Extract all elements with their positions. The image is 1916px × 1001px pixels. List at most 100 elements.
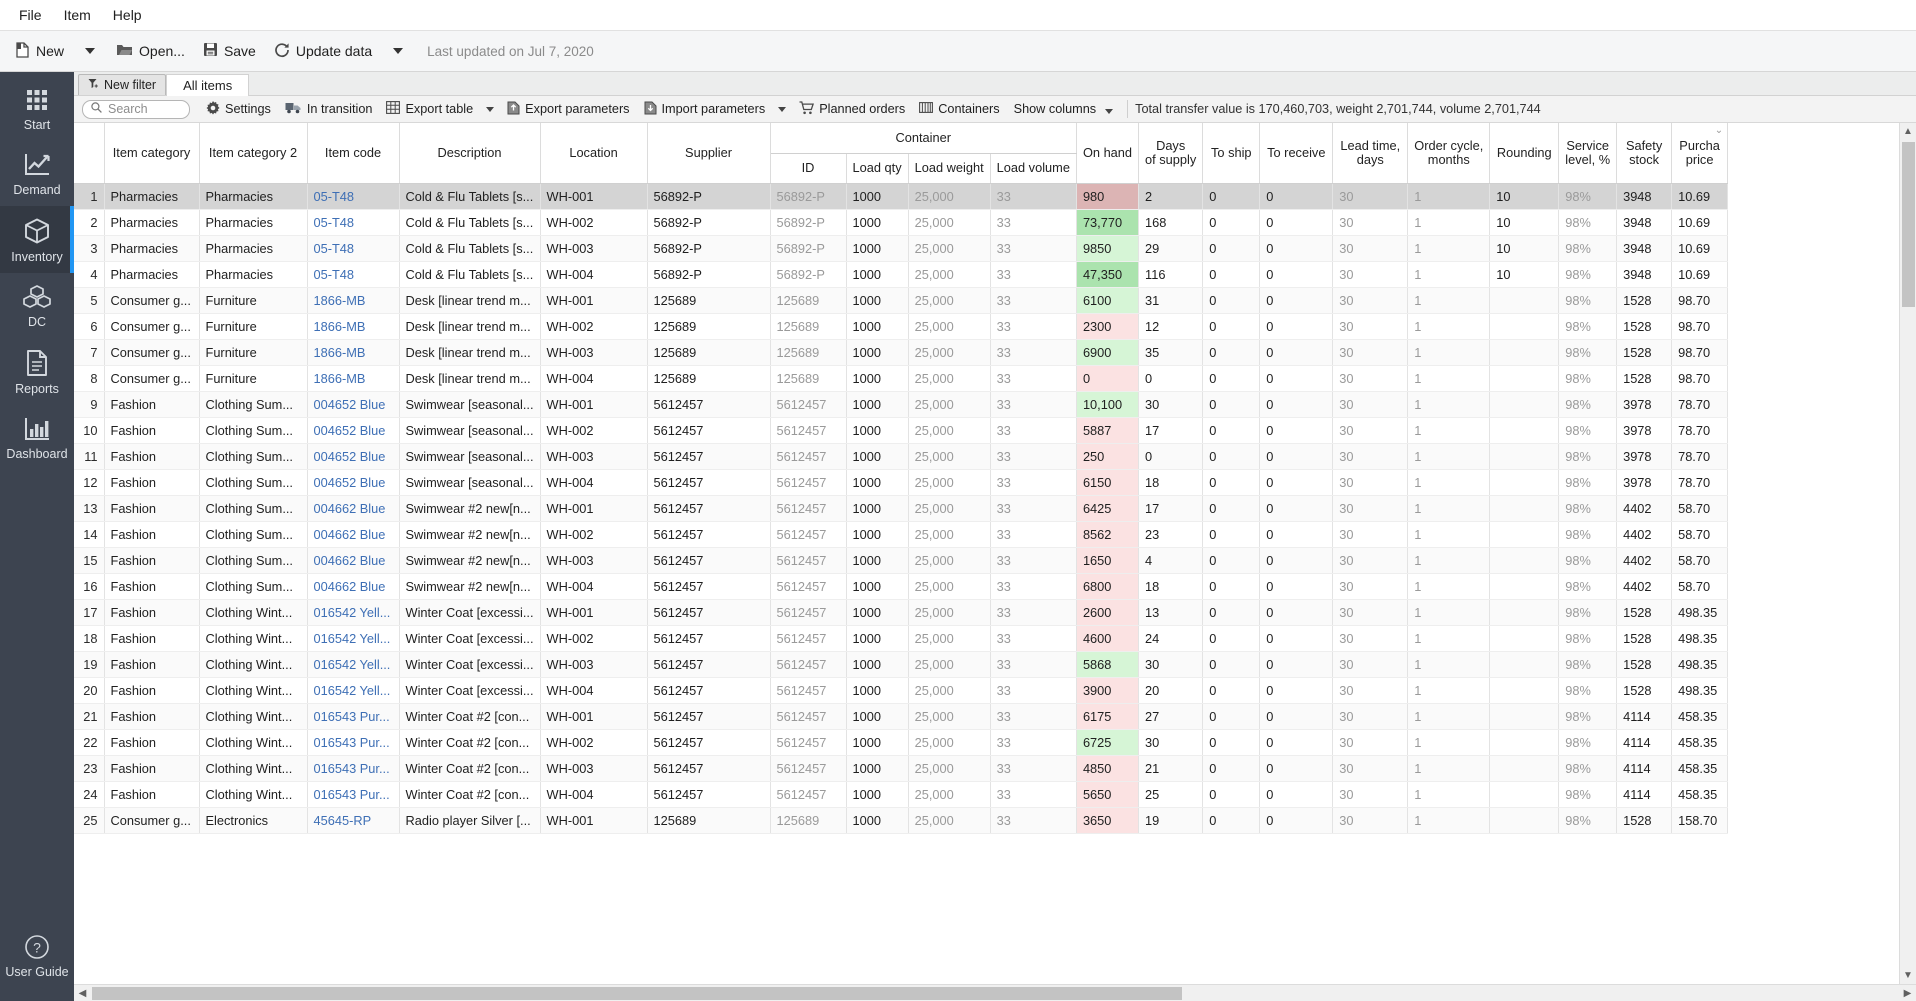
- cell-order-cycle[interactable]: 1: [1407, 729, 1491, 756]
- cell-item-code[interactable]: 05-T48: [307, 235, 400, 262]
- cell-purchase-price[interactable]: 58.70: [1671, 547, 1729, 574]
- cell-safety-stock[interactable]: 3978: [1616, 417, 1673, 444]
- cell-location[interactable]: WH-004: [540, 365, 648, 392]
- cell-cont-id[interactable]: 5612457: [770, 729, 847, 756]
- cell-description[interactable]: Swimwear #2 new[n...: [399, 521, 541, 548]
- cell-cont-id[interactable]: 5612457: [770, 703, 847, 730]
- cell-safety-stock[interactable]: 3948: [1616, 209, 1673, 236]
- cell-safety-stock[interactable]: 4402: [1616, 573, 1673, 600]
- table-row[interactable]: 13 Fashion Clothing Sum... 004662 Blue Swimw…: [74, 495, 1729, 522]
- cell-description[interactable]: Winter Coat [excessi...: [399, 677, 541, 704]
- cell-to-receive[interactable]: 0: [1259, 755, 1334, 782]
- cell-cont-id[interactable]: 5612457: [770, 521, 847, 548]
- search-input[interactable]: Search: [82, 99, 190, 119]
- cell-days-of-supply[interactable]: 30: [1138, 391, 1204, 418]
- cell-order-cycle[interactable]: 1: [1407, 391, 1491, 418]
- cell-item-code[interactable]: 016543 Pur...: [307, 781, 400, 808]
- cell-rounding[interactable]: 10: [1489, 183, 1560, 210]
- cell-item-category[interactable]: Fashion: [104, 677, 200, 704]
- cell-load-volume[interactable]: 33: [990, 313, 1077, 340]
- cell-purchase-price[interactable]: 10.69: [1671, 209, 1729, 236]
- cell-rounding[interactable]: [1489, 781, 1560, 808]
- cell-purchase-price[interactable]: 78.70: [1671, 469, 1729, 496]
- cell-load-qty[interactable]: 1000: [846, 209, 909, 236]
- cell-safety-stock[interactable]: 3978: [1616, 391, 1673, 418]
- cell-safety-stock[interactable]: 1528: [1616, 677, 1673, 704]
- cell-cont-id[interactable]: 5612457: [770, 599, 847, 626]
- update-data-dropdown-button[interactable]: [381, 42, 415, 60]
- cell-item-code[interactable]: 016543 Pur...: [307, 755, 400, 782]
- cell-purchase-price[interactable]: 78.70: [1671, 443, 1729, 470]
- cell-service-level[interactable]: 98%: [1558, 495, 1618, 522]
- row-number-cell[interactable]: 23: [74, 755, 105, 782]
- cell-item-category[interactable]: Fashion: [104, 443, 200, 470]
- cell-item-category[interactable]: Fashion: [104, 625, 200, 652]
- cell-to-receive[interactable]: 0: [1259, 781, 1334, 808]
- cell-load-qty[interactable]: 1000: [846, 781, 909, 808]
- cell-service-level[interactable]: 98%: [1558, 755, 1618, 782]
- new-button[interactable]: New: [6, 37, 73, 66]
- cell-to-ship[interactable]: 0: [1202, 521, 1261, 548]
- cell-item-code[interactable]: 016543 Pur...: [307, 703, 400, 730]
- cell-rounding[interactable]: [1489, 287, 1560, 314]
- cell-location[interactable]: WH-003: [540, 651, 648, 678]
- update-data-button[interactable]: Update data: [265, 37, 381, 66]
- cell-item-category-2[interactable]: Clothing Sum...: [199, 443, 308, 470]
- cell-to-receive[interactable]: 0: [1259, 339, 1334, 366]
- cell-safety-stock[interactable]: 1528: [1616, 651, 1673, 678]
- cell-item-category[interactable]: Fashion: [104, 781, 200, 808]
- cell-item-code[interactable]: 004662 Blue: [307, 495, 400, 522]
- sidebar-item-user-guide[interactable]: ? User Guide: [0, 923, 74, 1001]
- cell-lead-time[interactable]: 30: [1332, 599, 1409, 626]
- table-row[interactable]: 25 Consumer g... Electronics 45645-RP Radio …: [74, 807, 1729, 834]
- cell-order-cycle[interactable]: 1: [1407, 261, 1491, 288]
- cell-rounding[interactable]: [1489, 417, 1560, 444]
- row-number-cell[interactable]: 7: [74, 339, 105, 366]
- column-header-location[interactable]: Location: [540, 123, 648, 184]
- sidebar-item-reports[interactable]: Reports: [0, 338, 74, 405]
- cell-description[interactable]: Cold & Flu Tablets [s...: [399, 235, 541, 262]
- cell-supplier[interactable]: 5612457: [647, 417, 771, 444]
- cell-item-category[interactable]: Fashion: [104, 703, 200, 730]
- cell-supplier[interactable]: 5612457: [647, 677, 771, 704]
- cell-order-cycle[interactable]: 1: [1407, 625, 1491, 652]
- menu-item-file[interactable]: File: [8, 4, 53, 26]
- cell-load-volume[interactable]: 33: [990, 625, 1077, 652]
- cell-order-cycle[interactable]: 1: [1407, 495, 1491, 522]
- cell-safety-stock[interactable]: 3978: [1616, 443, 1673, 470]
- cell-service-level[interactable]: 98%: [1558, 313, 1618, 340]
- cell-cont-id[interactable]: 56892-P: [770, 209, 847, 236]
- cell-rounding[interactable]: [1489, 365, 1560, 392]
- cell-purchase-price[interactable]: 10.69: [1671, 261, 1729, 288]
- cell-description[interactable]: Cold & Flu Tablets [s...: [399, 183, 541, 210]
- table-row[interactable]: 23 Fashion Clothing Wint... 016543 Pur... Wi…: [74, 755, 1729, 782]
- cell-safety-stock[interactable]: 3948: [1616, 261, 1673, 288]
- cell-on-hand[interactable]: 47,350: [1076, 261, 1140, 288]
- tab-all-items[interactable]: All items: [166, 74, 250, 96]
- cell-item-code[interactable]: 45645-RP: [307, 807, 400, 834]
- cell-to-ship[interactable]: 0: [1202, 599, 1261, 626]
- cell-load-weight[interactable]: 25,000: [908, 755, 991, 782]
- cell-item-category[interactable]: Fashion: [104, 521, 200, 548]
- cell-days-of-supply[interactable]: 116: [1138, 261, 1204, 288]
- cell-to-ship[interactable]: 0: [1202, 469, 1261, 496]
- row-number-cell[interactable]: 22: [74, 729, 105, 756]
- cell-days-of-supply[interactable]: 17: [1138, 417, 1204, 444]
- cell-to-ship[interactable]: 0: [1202, 443, 1261, 470]
- cell-safety-stock[interactable]: 4114: [1616, 729, 1673, 756]
- cell-item-category-2[interactable]: Furniture: [199, 287, 308, 314]
- row-number-cell[interactable]: 14: [74, 521, 105, 548]
- cell-load-weight[interactable]: 25,000: [908, 547, 991, 574]
- cell-to-receive[interactable]: 0: [1259, 209, 1334, 236]
- cell-item-category-2[interactable]: Pharmacies: [199, 183, 308, 210]
- cell-lead-time[interactable]: 30: [1332, 807, 1409, 834]
- cell-description[interactable]: Swimwear [seasonal...: [399, 469, 541, 496]
- cell-safety-stock[interactable]: 4114: [1616, 703, 1673, 730]
- cell-supplier[interactable]: 56892-P: [647, 261, 771, 288]
- cell-order-cycle[interactable]: 1: [1407, 209, 1491, 236]
- cell-rounding[interactable]: 10: [1489, 235, 1560, 262]
- row-number-cell[interactable]: 17: [74, 599, 105, 626]
- cell-item-category-2[interactable]: Electronics: [199, 807, 308, 834]
- cell-cont-id[interactable]: 5612457: [770, 469, 847, 496]
- cell-purchase-price[interactable]: 458.35: [1671, 729, 1729, 756]
